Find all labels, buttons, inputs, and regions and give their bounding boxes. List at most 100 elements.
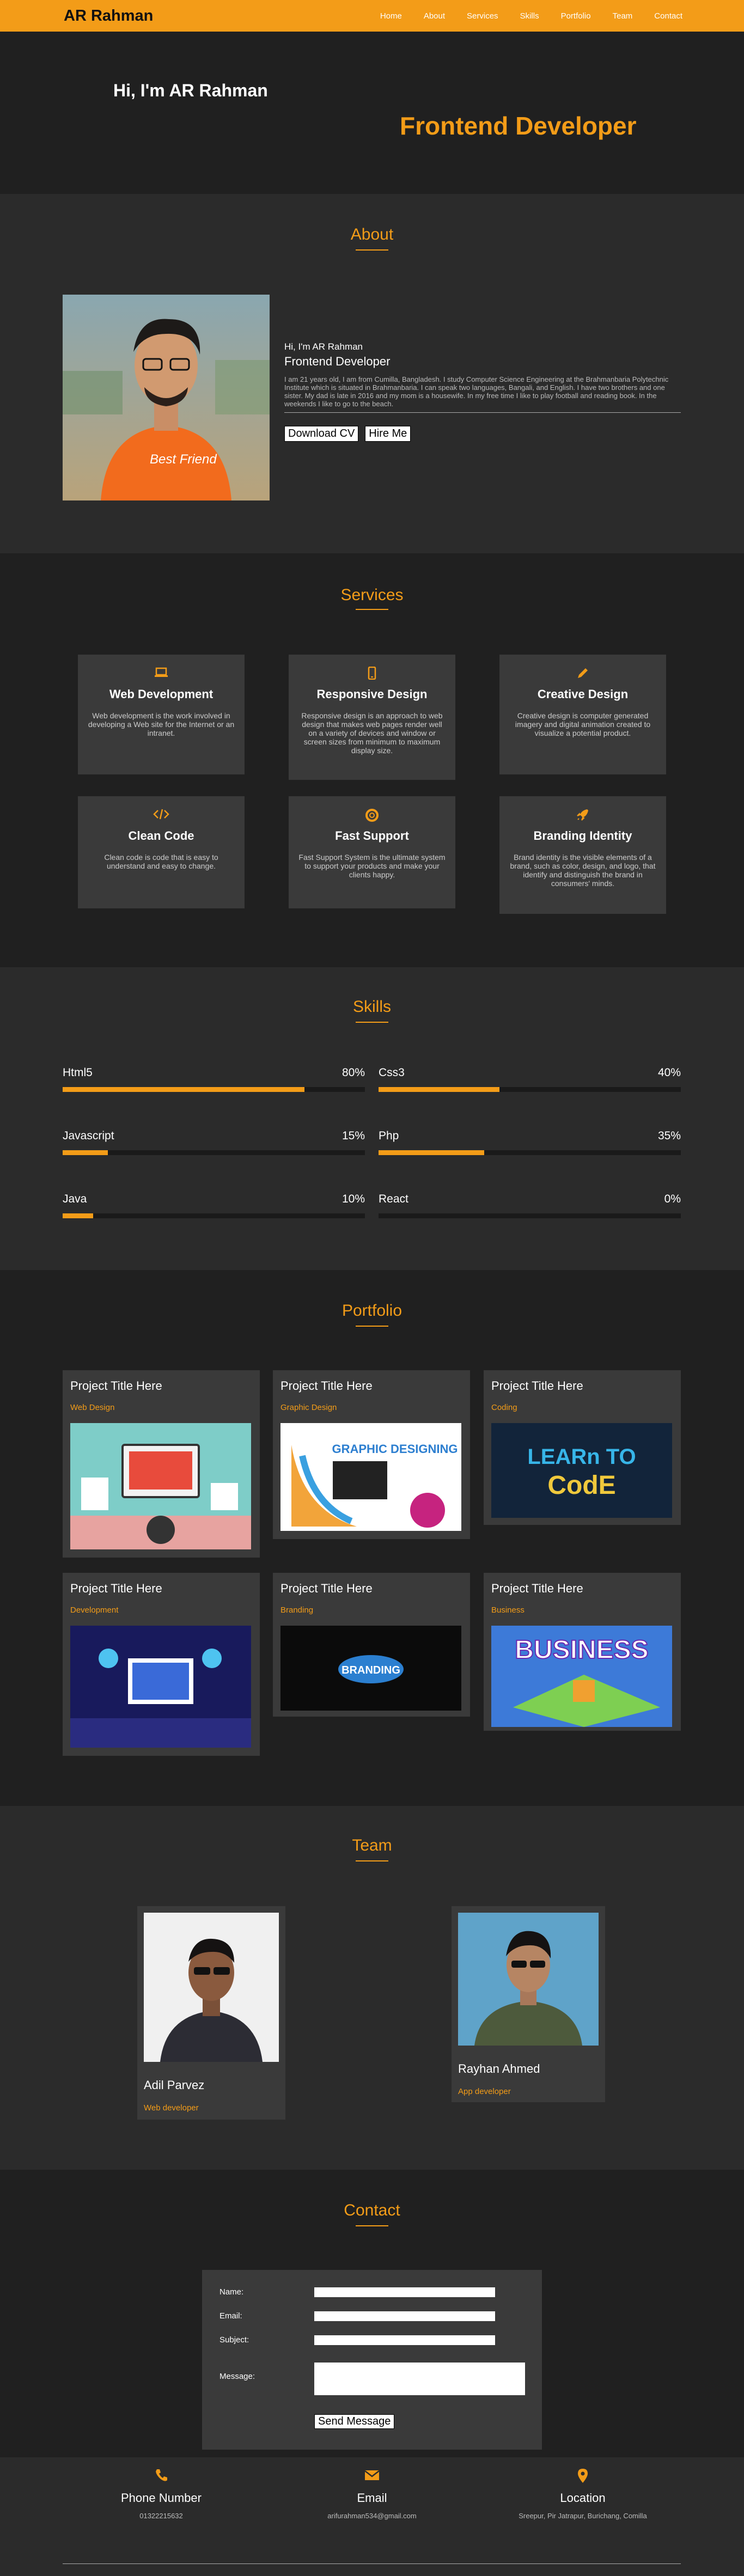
send-message-button[interactable]: Send Message	[314, 2414, 395, 2429]
nav-portfolio[interactable]: Portfolio	[561, 11, 591, 21]
about-photo: Best Friend	[63, 295, 270, 500]
skill-bar-fill	[379, 1150, 485, 1155]
portfolio-card[interactable]: Project Title Here Web Design	[63, 1370, 260, 1558]
about-role: Frontend Developer	[284, 355, 391, 368]
portfolio-card[interactable]: Project Title Here Branding BRANDING	[273, 1573, 470, 1717]
skill-bar-fill	[63, 1150, 108, 1155]
skill-percent: 10%	[341, 1193, 365, 1205]
service-desc: Brand identity is the visible elements o…	[510, 853, 656, 888]
portfolio-thumbnail	[70, 1626, 251, 1750]
nav-services[interactable]: Services	[467, 11, 498, 21]
skill-name: React	[379, 1193, 408, 1205]
site-logo[interactable]: AR Rahman	[64, 7, 153, 25]
portfolio-category: Coding	[491, 1403, 517, 1412]
portfolio-category: Development	[70, 1606, 119, 1615]
name-input[interactable]	[314, 2287, 495, 2297]
skill-item: Php 35%	[379, 1130, 681, 1155]
skill-bar	[63, 1087, 365, 1092]
laptop-icon	[88, 667, 235, 681]
about-name-line: Hi, I'm AR Rahman	[284, 341, 363, 352]
map-marker-icon	[474, 2468, 692, 2486]
team-member-job: Web developer	[144, 2103, 199, 2113]
graphic-design-image-text: GRAPHIC DESIGNING	[332, 1442, 458, 1456]
svg-text:Best Friend: Best Friend	[150, 452, 217, 467]
service-desc: Web development is the work involved in …	[88, 711, 235, 737]
portfolio-card-title: Project Title Here	[491, 1379, 583, 1393]
pencil-icon	[509, 667, 656, 681]
portfolio-card-title: Project Title Here	[70, 1582, 162, 1595]
download-cv-button[interactable]: Download CV	[284, 426, 359, 442]
about-bio: I am 21 years old, I am from Cumilla, Ba…	[284, 375, 681, 413]
mobile-icon	[298, 666, 446, 681]
service-title: Web Development	[109, 687, 214, 701]
service-card: Clean Code Clean code is code that is ea…	[78, 796, 245, 908]
service-card: Creative Design Creative design is compu…	[499, 655, 666, 774]
business-image-text: BUSINESS	[515, 1635, 648, 1664]
footer-location-value: Sreepur, Pir Jatrapur, Burichang, Comill…	[519, 2512, 647, 2520]
about-title-underline	[356, 249, 388, 251]
team-member-name: Adil Parvez	[144, 2078, 205, 2092]
message-textarea[interactable]	[314, 2363, 525, 2395]
skill-name: Css3	[379, 1066, 405, 1079]
skill-percent: 15%	[341, 1130, 365, 1142]
portfolio-card[interactable]: Project Title Here Graphic Design GRAPHI…	[273, 1370, 470, 1539]
skill-item: Css3 40%	[379, 1066, 681, 1092]
skill-bar	[379, 1213, 681, 1218]
email-label: Email:	[219, 2311, 242, 2321]
nav-home[interactable]: Home	[380, 11, 402, 21]
skill-bar-fill	[63, 1087, 304, 1092]
portfolio-card[interactable]: Project Title Here Business BUSINESS	[484, 1573, 681, 1731]
contact-title-underline	[356, 2225, 388, 2226]
email-input[interactable]	[314, 2311, 495, 2321]
footer-email: Email arifurahman534@gmail.com	[263, 2468, 481, 2520]
svg-text:LEARn TO: LEARn TO	[527, 1445, 636, 1469]
skill-percent: 40%	[657, 1066, 681, 1079]
skill-item: Html5 80%	[63, 1066, 365, 1092]
hero-greeting: Hi, I'm AR Rahman	[113, 81, 268, 100]
about-title: About	[350, 225, 394, 243]
skill-bar	[63, 1150, 365, 1155]
code-icon	[88, 808, 235, 822]
skill-percent: 35%	[657, 1130, 681, 1142]
skill-name: Javascript	[63, 1130, 114, 1142]
service-card: Responsive Design Responsive design is a…	[289, 655, 455, 780]
skill-bar	[379, 1150, 681, 1155]
portfolio-card-title: Project Title Here	[280, 1582, 373, 1595]
services-title-underline	[356, 609, 388, 610]
branding-image-text: BRANDING	[341, 1664, 400, 1676]
lifebuoy-icon	[298, 808, 446, 822]
phone-icon	[52, 2468, 270, 2486]
footer-phone-title: Phone Number	[121, 2491, 202, 2505]
service-title: Branding Identity	[533, 829, 632, 843]
hire-me-button[interactable]: Hire Me	[365, 426, 411, 442]
team-card: Rayhan Ahmed App developer	[452, 1906, 605, 2102]
portfolio-card[interactable]: Project Title Here Development	[63, 1573, 260, 1756]
portfolio-title-underline	[356, 1326, 388, 1327]
about-text-block: Hi, I'm AR Rahman Frontend Developer I a…	[284, 341, 681, 442]
service-title: Fast Support	[335, 829, 409, 843]
service-desc: Fast Support System is the ultimate syst…	[298, 853, 446, 879]
nav-contact[interactable]: Contact	[654, 11, 682, 21]
skill-bar-fill	[63, 1213, 93, 1218]
service-card: Branding Identity Brand identity is the …	[499, 796, 666, 914]
footer-email-value[interactable]: arifurahman534@gmail.com	[263, 2512, 481, 2520]
service-title: Responsive Design	[316, 687, 428, 701]
portfolio-thumbnail: BRANDING	[280, 1626, 461, 1713]
subject-input[interactable]	[314, 2335, 495, 2345]
footer-location-title: Location	[560, 2491, 606, 2505]
portfolio-card-title: Project Title Here	[280, 1379, 373, 1393]
footer: Phone Number 01322215632 Email arifurahm…	[0, 2457, 744, 2576]
nav-skills[interactable]: Skills	[520, 11, 539, 21]
skill-name: Html5	[63, 1066, 93, 1079]
skills-title-underline	[356, 1022, 388, 1023]
portfolio-card[interactable]: Project Title Here Coding LEARn TO CodE	[484, 1370, 681, 1525]
nav-team[interactable]: Team	[613, 11, 633, 21]
service-desc: Clean code is code that is easy to under…	[104, 853, 218, 870]
name-label: Name:	[219, 2287, 244, 2297]
hero-role: Frontend Developer	[400, 112, 637, 140]
team-title-underline	[356, 1860, 388, 1861]
skill-percent: 0%	[664, 1193, 681, 1205]
service-desc: Creative design is computer generated im…	[515, 711, 651, 737]
nav-about[interactable]: About	[424, 11, 445, 21]
service-desc: Responsive design is an approach to web …	[301, 711, 443, 755]
